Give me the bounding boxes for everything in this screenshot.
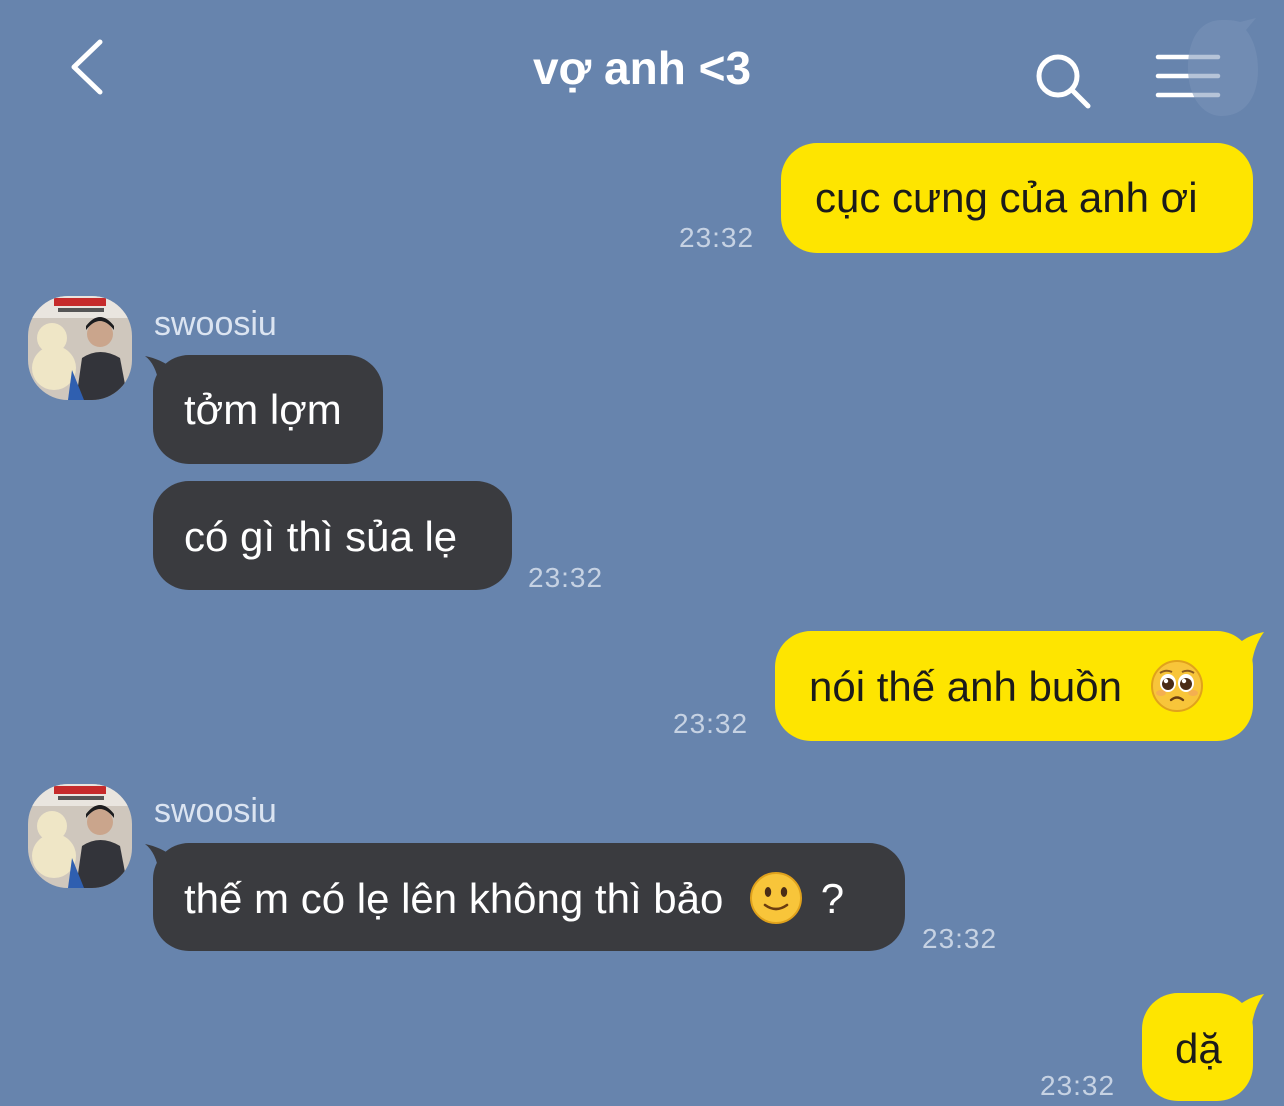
search-icon xyxy=(1036,54,1091,109)
outgoing-message-bubble[interactable]: cục cưng của anh ơi xyxy=(781,143,1253,253)
message-text: nói thế anh buồn xyxy=(809,663,1122,710)
avatar[interactable] xyxy=(28,784,132,888)
pleading-face-emoji xyxy=(1150,659,1203,712)
message-text: ? xyxy=(820,875,845,922)
message-time: 23:32 xyxy=(679,222,755,253)
avatar-photo xyxy=(28,784,132,888)
message-text: có gì thì sủa lẹ xyxy=(184,513,458,560)
message-time: 23:32 xyxy=(922,923,998,954)
floating-chat-icon[interactable] xyxy=(1180,14,1264,122)
message-text: thế m có lẹ lên không thì bảo xyxy=(184,875,724,922)
outgoing-message-bubble[interactable]: nói thế anh buồn xyxy=(775,631,1253,741)
message-text: cục cưng của anh ơi xyxy=(815,174,1198,221)
incoming-message-bubble[interactable]: có gì thì sủa lẹ xyxy=(153,481,512,590)
search-button[interactable] xyxy=(1030,48,1096,114)
slightly-smiling-face-emoji xyxy=(750,871,803,924)
message-text: tởm lợm xyxy=(184,386,342,433)
incoming-message-bubble[interactable]: tởm lợm xyxy=(153,355,383,464)
message-time: 23:32 xyxy=(528,562,604,593)
message-time: 23:32 xyxy=(1040,1070,1116,1101)
sender-name: swoosiu xyxy=(154,305,277,343)
message-time: 23:32 xyxy=(673,708,749,739)
avatar-photo xyxy=(28,296,132,400)
incoming-message-bubble[interactable]: thế m có lẹ lên không thì bảo ? xyxy=(153,843,905,951)
avatar[interactable] xyxy=(28,296,132,400)
message-text: dặ xyxy=(1175,1025,1222,1072)
outgoing-message-bubble[interactable]: dặ xyxy=(1142,993,1253,1101)
sender-name: swoosiu xyxy=(154,792,277,830)
